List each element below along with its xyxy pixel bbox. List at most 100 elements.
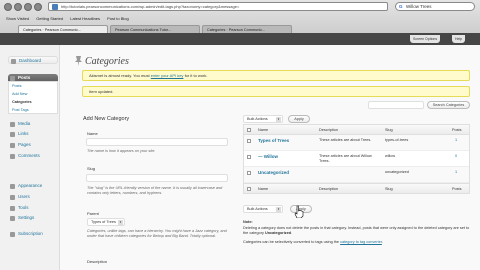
search-categories-label: Search Categories (432, 103, 465, 107)
row-checkbox[interactable] (247, 139, 251, 143)
sidebar-item-subscription[interactable]: Subscription (8, 230, 58, 238)
sidebar-item-label: Posts (18, 75, 31, 80)
submenu-item-post-tags[interactable]: Post Tags (12, 107, 29, 114)
parent-select-value: Types of Trees (91, 220, 116, 224)
pushpin-icon (75, 56, 82, 66)
category-slug-input[interactable] (86, 174, 228, 182)
bulk-actions-select-bottom[interactable]: Bulk Actions ▾ (243, 205, 283, 213)
browser-search-input[interactable]: G Willow Trees (395, 2, 475, 11)
hand-cursor-icon (294, 205, 304, 218)
comments-icon (10, 154, 15, 159)
site-favicon-icon (52, 4, 58, 10)
bulk-actions-select-top[interactable]: Bulk Actions ▾ (243, 115, 283, 123)
help-button[interactable]: Help (452, 35, 466, 43)
apply-label: Apply (294, 117, 304, 121)
address-bar[interactable]: http://tutorials.pearsoncommunications.c… (48, 2, 388, 11)
bookmark-item[interactable]: Post to Blog (107, 16, 129, 21)
bookmark-item[interactable]: Getting Started (36, 16, 63, 21)
bookmark-item[interactable]: Latest Headlines (70, 16, 100, 21)
sidebar-item-settings[interactable]: Settings (8, 214, 58, 222)
sidebar-item-dashboard[interactable]: Dashboard (8, 56, 58, 64)
sidebar-item-label: Users (18, 194, 30, 199)
appearance-icon (10, 184, 15, 189)
back-button[interactable] (4, 3, 12, 11)
screen-options-label: Screen Options (413, 37, 438, 41)
chevron-down-icon: ▾ (118, 220, 123, 225)
submenu-item-add-new[interactable]: Add New (12, 91, 27, 98)
slug-description: The "slug" is the URL-friendly version o… (87, 186, 223, 195)
category-name-input[interactable] (86, 138, 228, 146)
column-header-name[interactable]: Name (258, 128, 268, 133)
sidebar-item-label: Appearance (18, 183, 43, 188)
browser-toolbar: http://tutorials.pearsoncommunications.c… (0, 0, 480, 14)
updated-notice-text: Item updated. (89, 89, 114, 94)
apply-button-top[interactable]: Apply (288, 115, 310, 123)
select-all-checkbox-footer[interactable] (247, 187, 251, 191)
row-checkbox[interactable] (247, 155, 251, 159)
url-text: http://tutorials.pearsoncommunications.c… (61, 4, 240, 9)
tools-icon (10, 206, 15, 211)
pages-icon (10, 143, 15, 148)
sidebar-item-label: Settings (18, 215, 35, 220)
screen-options-button[interactable]: Screen Options (410, 35, 441, 43)
slug-label: Slug (87, 166, 96, 171)
sidebar-item-tools[interactable]: Tools (8, 204, 58, 212)
sidebar-item-label: Comments (18, 153, 40, 158)
search-categories-button[interactable]: Search Categories (427, 101, 470, 109)
select-all-checkbox[interactable] (247, 128, 251, 132)
category-description: These articles are about Willow Trees. (319, 154, 372, 163)
tab-categories-active[interactable]: Categories · Pearson Communic... (18, 25, 108, 33)
column-header-posts[interactable]: Posts (452, 128, 462, 133)
row-checkbox[interactable] (247, 171, 251, 175)
wp-admin-header: Screen Options Help (0, 33, 480, 45)
category-to-tag-converter-link[interactable]: category to tag converter (340, 240, 382, 244)
table-footer: Name Description Slug Posts (244, 183, 469, 193)
sidebar-item-appearance[interactable]: Appearance (8, 182, 58, 190)
bookmark-item[interactable]: Show Visited (6, 16, 29, 21)
chevron-down-icon: ▾ (276, 207, 281, 212)
sidebar-item-label: Links (18, 131, 29, 136)
tab-categories-2[interactable]: Categories · Pearson Communic... (202, 25, 292, 33)
category-name-link[interactable]: Uncategorized (258, 170, 289, 175)
category-post-count[interactable]: 1 (455, 138, 457, 143)
home-button[interactable] (34, 3, 42, 11)
column-footer-posts[interactable]: Posts (452, 187, 462, 192)
updated-notice: Item updated. (82, 86, 470, 97)
category-name-link[interactable]: Types of Trees (258, 138, 289, 143)
note-uncategorized: Uncategorized (264, 231, 292, 235)
forward-button[interactable] (14, 3, 22, 11)
name-label: Name (87, 131, 98, 136)
category-slug: uncategorized (385, 170, 409, 174)
category-name-link[interactable]: — Willow (258, 154, 278, 159)
sidebar-item-links[interactable]: Links (8, 130, 58, 138)
column-footer-name[interactable]: Name (258, 187, 268, 192)
settings-icon (10, 216, 15, 221)
tab-label: Categories · Pearson Communic... (23, 28, 82, 32)
bookmarks-bar: Show Visited Getting Started Latest Head… (0, 14, 480, 23)
tab-tutorials[interactable]: Pearson Communications Tutor... (110, 25, 200, 33)
akismet-notice: Akismet is almost ready. You must enter … (82, 70, 470, 81)
category-slug: willow (385, 154, 396, 158)
note-converter: Categories can be selectively converted … (243, 240, 383, 244)
akismet-api-key-link[interactable]: enter your API key (151, 73, 184, 78)
category-post-count[interactable]: 0 (455, 154, 457, 159)
parent-select[interactable]: Types of Trees ▾ (87, 218, 125, 226)
sidebar-item-label: Media (18, 121, 31, 126)
bulk-actions-value: Bulk Actions (247, 117, 268, 121)
category-post-count[interactable]: 1 (455, 170, 457, 175)
sidebar-item-comments[interactable]: Comments (8, 152, 58, 160)
submenu-item-categories[interactable]: Categories (12, 99, 32, 106)
dashboard-icon (11, 59, 16, 64)
sidebar-item-users[interactable]: Users (8, 193, 58, 201)
submenu-item-posts[interactable]: Posts (12, 83, 22, 90)
description-label: Description (87, 259, 108, 264)
reload-button[interactable] (24, 3, 32, 11)
column-header-description[interactable]: Description (319, 128, 338, 133)
column-footer-slug[interactable]: Slug (385, 187, 393, 192)
sidebar-item-pages[interactable]: Pages (8, 141, 58, 149)
column-footer-description[interactable]: Description (319, 187, 338, 192)
search-categories-input[interactable] (368, 101, 424, 109)
note-line2: Categories can be selectively converted … (243, 240, 340, 244)
sidebar-item-media[interactable]: Media (8, 120, 58, 128)
column-header-slug[interactable]: Slug (385, 128, 393, 133)
